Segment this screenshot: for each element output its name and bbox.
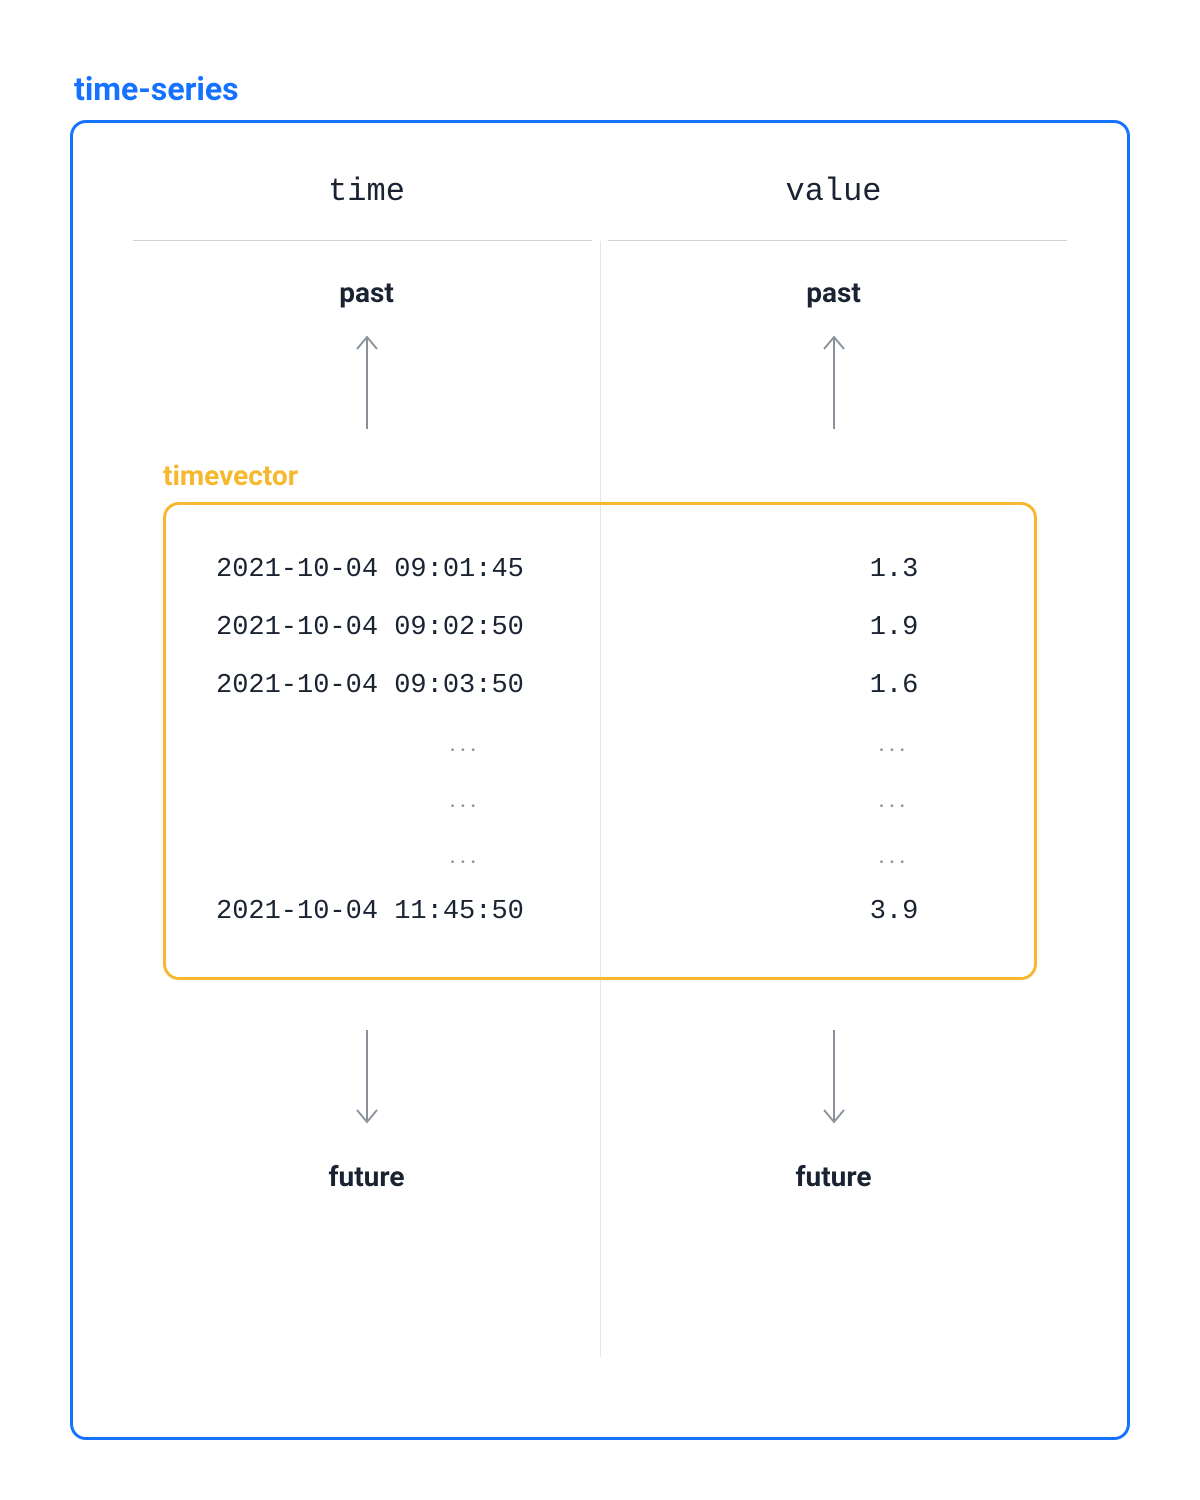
arrow-up-time (133, 329, 600, 429)
header-row: time value (133, 173, 1067, 225)
cell-time: 2021-10-04 11:45:50 (206, 897, 794, 927)
past-label-value: past (600, 276, 1067, 309)
arrow-down-value (600, 1030, 1067, 1130)
arrow-up-icon (352, 329, 382, 429)
header-value: value (600, 173, 1067, 210)
ellipsis-time: ... (206, 729, 794, 757)
cell-time: 2021-10-04 09:01:45 (206, 555, 794, 585)
past-row: past past (133, 276, 1067, 309)
ellipsis-time: ... (206, 841, 794, 869)
cell-value: 1.9 (794, 613, 994, 643)
arrow-down-icon (352, 1030, 382, 1130)
time-series-box: time value past past timevector 2021-10-… (70, 120, 1130, 1440)
divider-row (133, 240, 1067, 241)
ellipsis-value: ... (794, 785, 994, 813)
table-row: 2021-10-04 09:03:50 1.6 (206, 671, 994, 701)
ellipsis-row: ... ... (206, 841, 994, 869)
outer-title: time-series (74, 70, 1130, 108)
timevector-box: 2021-10-04 09:01:45 1.3 2021-10-04 09:02… (163, 502, 1037, 980)
ellipsis-row: ... ... (206, 785, 994, 813)
divider-left (133, 240, 592, 241)
ellipsis-time: ... (206, 785, 794, 813)
ellipsis-value: ... (794, 841, 994, 869)
arrow-down-row (133, 1030, 1067, 1130)
future-row: future future (133, 1160, 1067, 1193)
table-row: 2021-10-04 09:02:50 1.9 (206, 613, 994, 643)
arrow-up-row (133, 329, 1067, 429)
ellipsis-value: ... (794, 729, 994, 757)
cell-value: 3.9 (794, 897, 994, 927)
arrow-down-icon (819, 1030, 849, 1130)
divider-right (608, 240, 1067, 241)
future-label-value: future (600, 1160, 1067, 1193)
past-label-time: past (133, 276, 600, 309)
cell-value: 1.3 (794, 555, 994, 585)
future-label-time: future (133, 1160, 600, 1193)
arrow-down-time (133, 1030, 600, 1130)
arrow-up-icon (819, 329, 849, 429)
inner-title: timevector (163, 459, 1067, 492)
header-time: time (133, 173, 600, 210)
ellipsis-row: ... ... (206, 729, 994, 757)
table-row: 2021-10-04 11:45:50 3.9 (206, 897, 994, 927)
table-row: 2021-10-04 09:01:45 1.3 (206, 555, 994, 585)
cell-time: 2021-10-04 09:02:50 (206, 613, 794, 643)
arrow-up-value (600, 329, 1067, 429)
cell-time: 2021-10-04 09:03:50 (206, 671, 794, 701)
cell-value: 1.6 (794, 671, 994, 701)
